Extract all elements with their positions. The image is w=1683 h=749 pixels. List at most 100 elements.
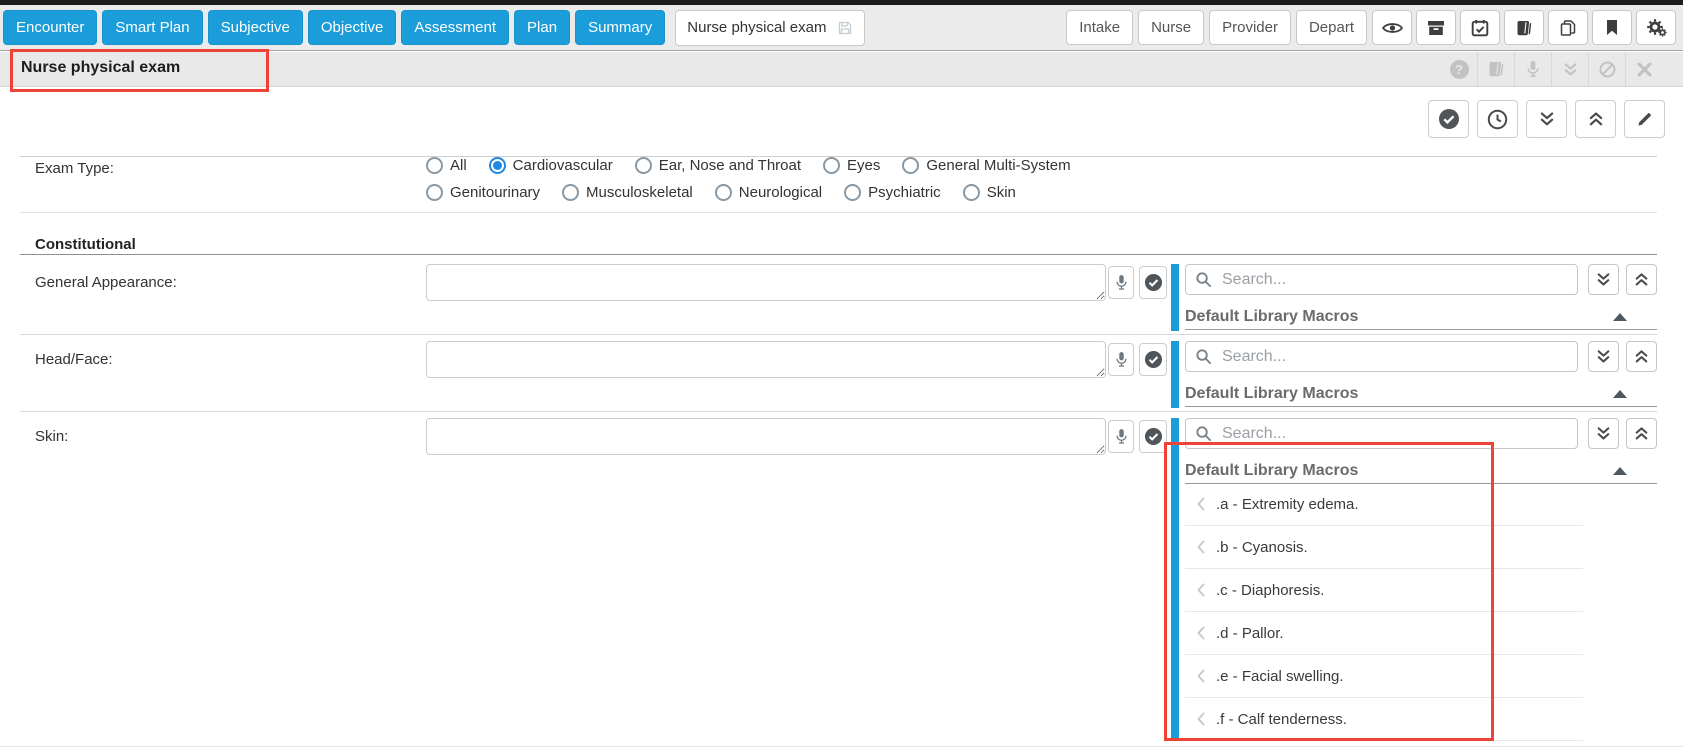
search-input[interactable] — [1220, 270, 1568, 290]
radio-all[interactable]: All — [426, 157, 467, 174]
radio-circle[interactable] — [715, 184, 732, 201]
check-circle-icon — [1438, 108, 1460, 130]
skin-dictate-button[interactable] — [1108, 420, 1134, 453]
radio-cardiovascular[interactable]: Cardiovascular — [489, 157, 613, 174]
disable-button[interactable] — [1588, 52, 1625, 86]
radio-neurological[interactable]: Neurological — [715, 184, 822, 201]
search-input[interactable] — [1220, 347, 1568, 367]
skin-label: Skin: — [35, 428, 68, 445]
library-button[interactable] — [1504, 10, 1544, 45]
radio-circle[interactable] — [426, 184, 443, 201]
active-document-tab[interactable]: Nurse physical exam — [675, 10, 865, 46]
check-circle-icon — [1144, 427, 1163, 446]
radio-label: Neurological — [739, 184, 822, 201]
expand-all-button[interactable] — [1526, 100, 1567, 138]
macro-item-label: .b - Cyanosis. — [1216, 539, 1308, 556]
radio-label: All — [450, 157, 467, 174]
radio-circle[interactable] — [562, 184, 579, 201]
skin-textarea[interactable] — [426, 418, 1106, 455]
search-icon — [1195, 348, 1212, 365]
radio-circle[interactable] — [844, 184, 861, 201]
head-face-macro-search[interactable] — [1185, 341, 1578, 372]
skin-macro-search[interactable] — [1185, 418, 1578, 449]
separator — [20, 411, 1657, 412]
macro-expand-all-button[interactable] — [1588, 418, 1619, 449]
settings-button[interactable] — [1636, 10, 1676, 45]
dictate-button[interactable] — [1514, 52, 1551, 86]
radio-circle-selected[interactable] — [489, 157, 506, 174]
calendar-button[interactable] — [1460, 10, 1500, 45]
macro-item-d[interactable]: .d - Pallor. — [1185, 612, 1583, 655]
macros-group-title: Default Library Macros — [1185, 385, 1358, 403]
general-appearance-textarea[interactable] — [426, 264, 1106, 301]
macro-item-a[interactable]: .a - Extremity edema. — [1185, 483, 1583, 526]
chevron-double-down-icon — [1539, 111, 1555, 127]
chevron-left-icon — [1197, 712, 1205, 726]
nav-button-smart-plan[interactable]: Smart Plan — [102, 10, 202, 45]
general-appearance-dictate-button[interactable] — [1108, 266, 1134, 299]
radio-circle[interactable] — [426, 157, 443, 174]
collapse-all-button[interactable] — [1575, 100, 1616, 138]
edit-button[interactable] — [1624, 100, 1665, 138]
help-icon: ? — [1450, 60, 1469, 79]
eye-button[interactable] — [1372, 10, 1412, 45]
stage-button-intake[interactable]: Intake — [1066, 10, 1133, 45]
history-button[interactable] — [1477, 100, 1518, 138]
general-appearance-macro-search[interactable] — [1185, 264, 1578, 295]
stage-button-provider[interactable]: Provider — [1209, 10, 1291, 45]
macro-collapse-all-button[interactable] — [1626, 264, 1657, 295]
close-icon — [1637, 62, 1652, 77]
macro-collapse-all-button[interactable] — [1626, 341, 1657, 372]
nav-button-objective[interactable]: Objective — [308, 10, 397, 45]
macro-item-c[interactable]: .c - Diaphoresis. — [1185, 569, 1583, 612]
nav-button-subjective[interactable]: Subjective — [208, 10, 303, 45]
stage-button-depart[interactable]: Depart — [1296, 10, 1367, 45]
nav-button-plan[interactable]: Plan — [514, 10, 570, 45]
radio-circle[interactable] — [902, 157, 919, 174]
radio-genitourinary[interactable]: Genitourinary — [426, 184, 540, 201]
macro-collapse-all-button[interactable] — [1626, 418, 1657, 449]
macro-item-e[interactable]: .e - Facial swelling. — [1185, 655, 1583, 698]
radio-circle[interactable] — [635, 157, 652, 174]
macros-book-button[interactable] — [1477, 52, 1514, 86]
general-appearance-complete-button[interactable] — [1139, 266, 1167, 299]
macro-item-b[interactable]: .b - Cyanosis. — [1185, 526, 1583, 569]
search-input[interactable] — [1220, 424, 1568, 444]
collapse-section-button[interactable] — [1551, 52, 1588, 86]
radio-skin[interactable]: Skin — [963, 184, 1016, 201]
macros-group-header[interactable]: Default Library Macros — [1185, 305, 1657, 329]
chevron-double-down-icon — [1596, 272, 1611, 287]
nav-button-summary[interactable]: Summary — [575, 10, 665, 45]
radio-ear-nose-throat[interactable]: Ear, Nose and Throat — [635, 157, 801, 174]
radio-label: Eyes — [847, 157, 880, 174]
nav-button-encounter[interactable]: Encounter — [3, 10, 97, 45]
skin-complete-button[interactable] — [1139, 420, 1167, 453]
macro-expand-all-button[interactable] — [1588, 264, 1619, 295]
complete-button[interactable] — [1428, 100, 1469, 138]
macros-group-header[interactable]: Default Library Macros — [1185, 459, 1657, 483]
radio-eyes[interactable]: Eyes — [823, 157, 880, 174]
stage-button-nurse[interactable]: Nurse — [1138, 10, 1204, 45]
macro-item-label: .e - Facial swelling. — [1216, 668, 1344, 685]
radio-circle[interactable] — [823, 157, 840, 174]
head-face-complete-button[interactable] — [1139, 343, 1167, 376]
macros-group-header[interactable]: Default Library Macros — [1185, 382, 1657, 406]
macro-item-label: .d - Pallor. — [1216, 625, 1284, 642]
macro-item-f[interactable]: .f - Calf tenderness. — [1185, 698, 1583, 741]
radio-musculoskeletal[interactable]: Musculoskeletal — [562, 184, 693, 201]
macro-expand-all-button[interactable] — [1588, 341, 1619, 372]
section-title-constitutional: Constitutional — [35, 236, 136, 253]
radio-circle[interactable] — [963, 184, 980, 201]
chevron-left-icon — [1197, 626, 1205, 640]
close-button[interactable] — [1625, 52, 1662, 86]
archive-button[interactable] — [1416, 10, 1456, 45]
chevron-left-icon — [1197, 540, 1205, 554]
bookmark-button[interactable] — [1592, 10, 1632, 45]
head-face-dictate-button[interactable] — [1108, 343, 1134, 376]
head-face-textarea[interactable] — [426, 341, 1106, 378]
help-button[interactable]: ? — [1441, 52, 1477, 86]
radio-psychiatric[interactable]: Psychiatric — [844, 184, 941, 201]
radio-general-multi-system[interactable]: General Multi-System — [902, 157, 1070, 174]
nav-button-assessment[interactable]: Assessment — [401, 10, 509, 45]
copy-button[interactable] — [1548, 10, 1588, 45]
